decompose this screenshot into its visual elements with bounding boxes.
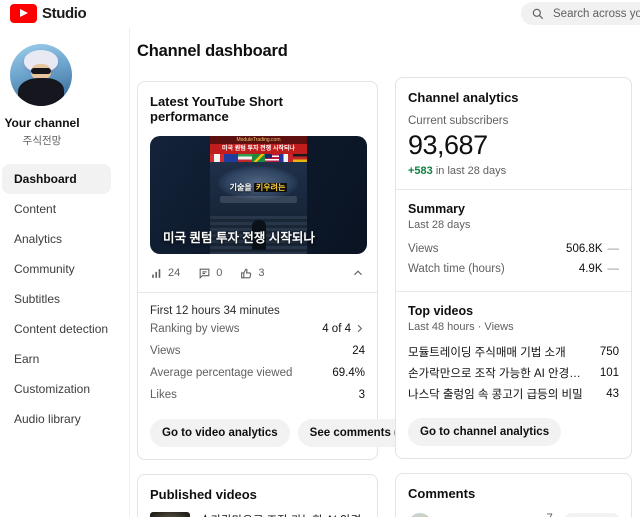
brand-text: Studio [42, 5, 87, 22]
flags-row [210, 154, 308, 162]
chevron-right-icon [354, 323, 365, 334]
first-hours-label: First 12 hours 34 minutes [150, 305, 280, 317]
short-card-title: Latest YouTube Short performance [150, 94, 283, 124]
comments-card: Comments @babytalent1448 · 7 hours ago H… [395, 473, 632, 517]
go-to-channel-analytics-button[interactable]: Go to channel analytics [408, 418, 562, 446]
top-bar: Studio [0, 0, 640, 28]
your-channel-label: Your channel [4, 116, 80, 130]
youtube-play-icon [10, 4, 37, 23]
thumbnail-headline: 미국 퀀텀 투자 전쟁 시작되나 [163, 231, 315, 245]
post-chip[interactable]: Post [565, 513, 619, 517]
sidebar-menu: Dashboard Content Analytics Community Su… [0, 164, 129, 434]
youtube-studio-logo[interactable]: Studio [10, 4, 87, 23]
sidebar-item-earn[interactable]: Earn [2, 344, 111, 374]
comments-icon [198, 267, 211, 280]
sidebar-item-content[interactable]: Content [2, 194, 111, 224]
comment-time: · 7 hours ago [539, 513, 568, 517]
sidebar-item-community[interactable]: Community [2, 254, 111, 284]
views-chart-icon [150, 267, 163, 280]
metric-likes: Likes 3 [150, 388, 365, 401]
short-stats-row: 24 0 3 [150, 266, 365, 280]
collapse-chevron-up-icon[interactable] [351, 266, 365, 280]
metric-views: Views 24 [150, 344, 365, 357]
search-input[interactable] [553, 7, 640, 20]
top-video-row[interactable]: 나스닥 출렁임 속 콩고기 급등의 비밀 43 [408, 383, 619, 404]
summary-row-views: Views 506.8K — [408, 243, 620, 255]
commenter-avatar[interactable] [408, 513, 432, 517]
sidebar-item-analytics[interactable]: Analytics [2, 224, 111, 254]
metric-avg-percentage: Average percentage viewed 69.4% [150, 366, 365, 379]
top-video-row[interactable]: 모듈트레이딩 주식매매 기법 소개 750 [408, 341, 619, 362]
trend-flat-icon: — [607, 243, 620, 255]
comment-item: @babytalent1448 · 7 hours ago Hehehe 😛 P… [408, 513, 619, 517]
latest-short-card: Latest YouTube Short performance ModuleT… [137, 81, 421, 460]
divider [138, 292, 377, 293]
published-video-row: 손가락만으로 조작 가능한 AI 안경의 미래 100 0 4 [150, 512, 365, 517]
summary-period: Last 28 days [408, 219, 471, 231]
page-title: Channel dashboard [137, 42, 288, 60]
sidebar-item-audio-library[interactable]: Audio library [2, 404, 111, 434]
subscriber-count: 93,687 [408, 130, 488, 160]
summary-row-watch-time: Watch time (hours) 4.9K — [408, 263, 620, 275]
published-video-thumbnail[interactable] [150, 512, 190, 517]
published-video-title[interactable]: 손가락만으로 조작 가능한 AI 안경의 미래 [200, 512, 365, 517]
current-subscribers-label: Current subscribers [408, 115, 509, 127]
channel-analytics-title: Channel analytics [408, 90, 519, 105]
metric-ranking[interactable]: Ranking by views 4 of 4 [150, 318, 365, 339]
divider [396, 189, 631, 190]
short-video-thumbnail[interactable]: ModuleTrading.com 미국 퀀텀 투자 전쟁 시작되나 기술을 키… [150, 136, 367, 254]
trend-flat-icon: — [607, 263, 620, 275]
channel-avatar[interactable] [10, 44, 72, 106]
channel-name: 주식전망 [22, 135, 62, 147]
short-views: 24 [168, 267, 181, 279]
short-likes: 3 [258, 267, 265, 279]
divider [396, 291, 631, 292]
sidebar-item-dashboard[interactable]: Dashboard [2, 164, 111, 194]
main-content: Channel dashboard Latest YouTube Short p… [130, 28, 640, 517]
published-videos-card: Published videos 손가락만으로 조작 가능한 AI 안경의 미래… [137, 474, 378, 517]
go-to-video-analytics-button[interactable]: Go to video analytics [150, 419, 290, 447]
subscriber-delta: +583 in last 28 days [408, 165, 507, 177]
sidebar-item-content-detection[interactable]: Content detection [2, 314, 111, 344]
search-icon [531, 7, 545, 21]
sidebar-item-subtitles[interactable]: Subtitles [2, 284, 111, 314]
short-comments: 0 [216, 267, 223, 279]
comments-title: Comments [408, 486, 476, 501]
published-videos-title: Published videos [150, 487, 257, 502]
top-video-row[interactable]: 손가락만으로 조작 가능한 AI 안경의 미래 101 [408, 362, 619, 383]
top-videos-title: Top videos [408, 304, 474, 318]
thumbs-up-icon [240, 267, 253, 280]
top-videos-period: Last 48 hours · Views [408, 321, 514, 333]
summary-title: Summary [408, 202, 465, 216]
channel-analytics-card: Channel analytics Current subscribers 93… [395, 77, 632, 459]
sidebar: Your channel 주식전망 Dashboard Content Anal… [0, 28, 130, 517]
search-bar[interactable] [521, 2, 640, 25]
sidebar-item-customization[interactable]: Customization [2, 374, 111, 404]
